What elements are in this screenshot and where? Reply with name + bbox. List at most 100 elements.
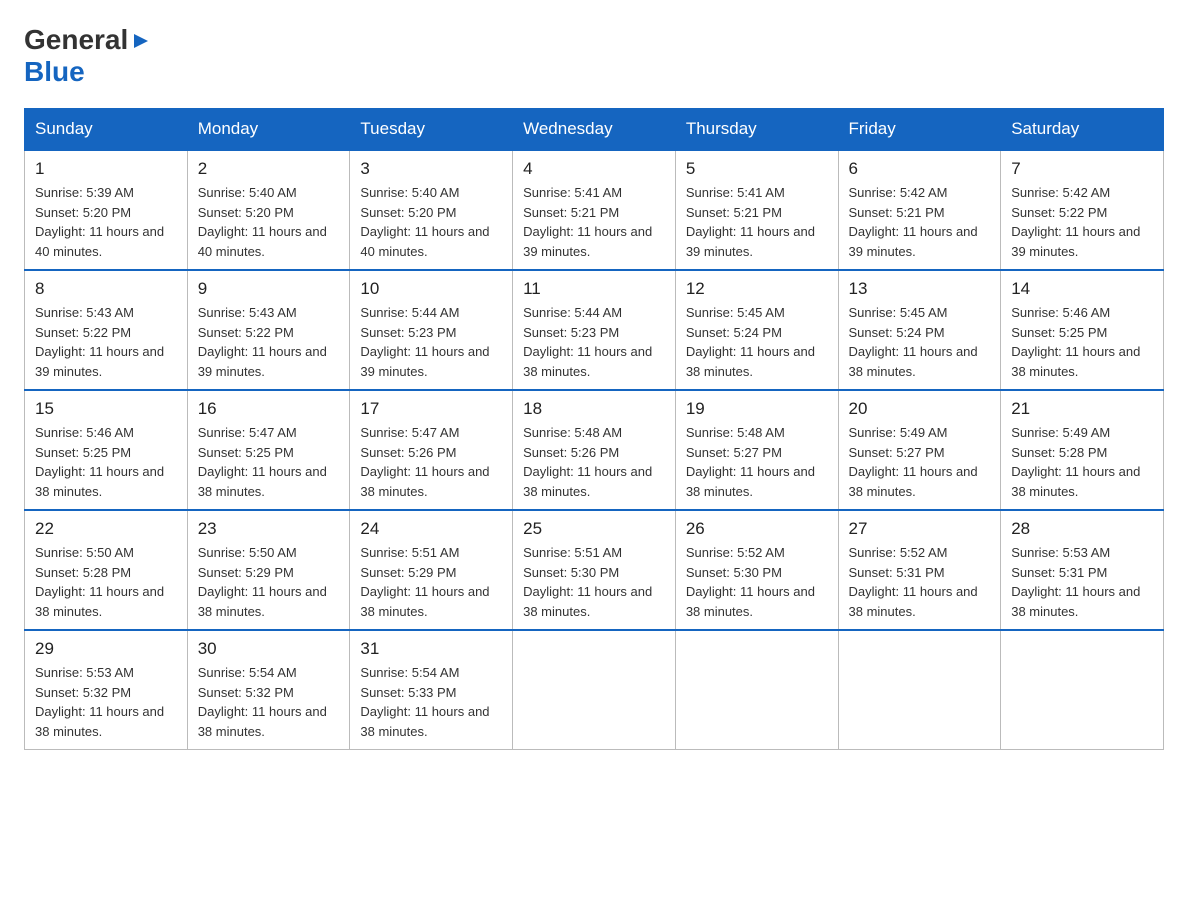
weekday-header-wednesday: Wednesday — [513, 109, 676, 151]
day-cell-6: 6Sunrise: 5:42 AMSunset: 5:21 PMDaylight… — [838, 150, 1001, 270]
empty-cell-4-4 — [675, 630, 838, 750]
day-cell-16: 16 Sunrise: 5:47 AMSunset: 5:25 PMDayligh… — [187, 390, 350, 510]
day-number: 9 — [198, 279, 340, 299]
day-cell-26: 26Sunrise: 5:52 AMSunset: 5:30 PMDayligh… — [675, 510, 838, 630]
day-cell-2: 2 Sunrise: 5:40 AMSunset: 5:20 PMDaylight… — [187, 150, 350, 270]
day-number: 27 — [849, 519, 991, 539]
day-number: 4 — [523, 159, 665, 179]
day-cell-4: 4 Sunrise: 5:41 AMSunset: 5:21 PMDaylight… — [513, 150, 676, 270]
day-cell-7: 7 Sunrise: 5:42 AMSunset: 5:22 PMDaylight… — [1001, 150, 1164, 270]
day-number: 10 — [360, 279, 502, 299]
day-cell-12: 12 Sunrise: 5:45 AMSunset: 5:24 PMDayligh… — [675, 270, 838, 390]
day-number: 15 — [35, 399, 177, 419]
day-info: Sunrise: 5:43 AMSunset: 5:22 PMDaylight:… — [35, 303, 177, 381]
page-header: General Blue — [24, 24, 1164, 88]
day-cell-22: 22 Sunrise: 5:50 AMSunset: 5:28 PMDayligh… — [25, 510, 188, 630]
day-info: Sunrise: 5:43 AMSunset: 5:22 PMDaylight:… — [198, 303, 340, 381]
calendar-table: SundayMondayTuesdayWednesdayThursdayFrid… — [24, 108, 1164, 750]
day-number: 26 — [686, 519, 828, 539]
day-info: Sunrise: 5:44 AMSunset: 5:23 PMDaylight:… — [523, 303, 665, 381]
day-info: Sunrise: 5:41 AMSunset: 5:21 PMDaylight:… — [686, 183, 828, 261]
day-number: 29 — [35, 639, 177, 659]
weekday-header-thursday: Thursday — [675, 109, 838, 151]
day-info: Sunrise: 5:45 AMSunset: 5:24 PMDaylight:… — [849, 303, 991, 381]
day-number: 22 — [35, 519, 177, 539]
weekday-header-row: SundayMondayTuesdayWednesdayThursdayFrid… — [25, 109, 1164, 151]
weekday-header-friday: Friday — [838, 109, 1001, 151]
day-info: Sunrise: 5:53 AMSunset: 5:32 PMDaylight:… — [35, 663, 177, 741]
weekday-header-saturday: Saturday — [1001, 109, 1164, 151]
day-cell-1: 1Sunrise: 5:39 AMSunset: 5:20 PMDaylight… — [25, 150, 188, 270]
empty-cell-4-6 — [1001, 630, 1164, 750]
day-info: Sunrise: 5:49 AMSunset: 5:28 PMDaylight:… — [1011, 423, 1153, 501]
day-info: Sunrise: 5:44 AMSunset: 5:23 PMDaylight:… — [360, 303, 502, 381]
day-info: Sunrise: 5:46 AMSunset: 5:25 PMDaylight:… — [35, 423, 177, 501]
day-info: Sunrise: 5:51 AMSunset: 5:29 PMDaylight:… — [360, 543, 502, 621]
day-info: Sunrise: 5:42 AMSunset: 5:22 PMDaylight:… — [1011, 183, 1153, 261]
day-number: 2 — [198, 159, 340, 179]
day-info: Sunrise: 5:40 AMSunset: 5:20 PMDaylight:… — [198, 183, 340, 261]
week-row-2: 8 Sunrise: 5:43 AMSunset: 5:22 PMDaylight… — [25, 270, 1164, 390]
day-cell-27: 27 Sunrise: 5:52 AMSunset: 5:31 PMDayligh… — [838, 510, 1001, 630]
day-cell-5: 5 Sunrise: 5:41 AMSunset: 5:21 PMDaylight… — [675, 150, 838, 270]
week-row-4: 22 Sunrise: 5:50 AMSunset: 5:28 PMDayligh… — [25, 510, 1164, 630]
day-cell-21: 21 Sunrise: 5:49 AMSunset: 5:28 PMDayligh… — [1001, 390, 1164, 510]
weekday-header-monday: Monday — [187, 109, 350, 151]
day-number: 24 — [360, 519, 502, 539]
day-info: Sunrise: 5:40 AMSunset: 5:20 PMDaylight:… — [360, 183, 502, 261]
empty-cell-4-3 — [513, 630, 676, 750]
day-number: 25 — [523, 519, 665, 539]
day-number: 28 — [1011, 519, 1153, 539]
day-number: 13 — [849, 279, 991, 299]
day-number: 16 — [198, 399, 340, 419]
day-number: 5 — [686, 159, 828, 179]
weekday-header-sunday: Sunday — [25, 109, 188, 151]
day-cell-24: 24 Sunrise: 5:51 AMSunset: 5:29 PMDayligh… — [350, 510, 513, 630]
day-cell-17: 17Sunrise: 5:47 AMSunset: 5:26 PMDayligh… — [350, 390, 513, 510]
day-number: 12 — [686, 279, 828, 299]
logo: General Blue — [24, 24, 152, 88]
day-cell-20: 20 Sunrise: 5:49 AMSunset: 5:27 PMDayligh… — [838, 390, 1001, 510]
day-cell-9: 9 Sunrise: 5:43 AMSunset: 5:22 PMDaylight… — [187, 270, 350, 390]
week-row-5: 29 Sunrise: 5:53 AMSunset: 5:32 PMDayligh… — [25, 630, 1164, 750]
day-info: Sunrise: 5:47 AMSunset: 5:25 PMDaylight:… — [198, 423, 340, 501]
day-number: 20 — [849, 399, 991, 419]
day-number: 18 — [523, 399, 665, 419]
day-info: Sunrise: 5:46 AMSunset: 5:25 PMDaylight:… — [1011, 303, 1153, 381]
day-cell-19: 19Sunrise: 5:48 AMSunset: 5:27 PMDayligh… — [675, 390, 838, 510]
day-cell-30: 30 Sunrise: 5:54 AMSunset: 5:32 PMDayligh… — [187, 630, 350, 750]
day-cell-29: 29 Sunrise: 5:53 AMSunset: 5:32 PMDayligh… — [25, 630, 188, 750]
day-info: Sunrise: 5:53 AMSunset: 5:31 PMDaylight:… — [1011, 543, 1153, 621]
day-cell-28: 28 Sunrise: 5:53 AMSunset: 5:31 PMDayligh… — [1001, 510, 1164, 630]
day-cell-18: 18Sunrise: 5:48 AMSunset: 5:26 PMDayligh… — [513, 390, 676, 510]
day-info: Sunrise: 5:50 AMSunset: 5:28 PMDaylight:… — [35, 543, 177, 621]
day-cell-11: 11Sunrise: 5:44 AMSunset: 5:23 PMDayligh… — [513, 270, 676, 390]
day-number: 31 — [360, 639, 502, 659]
logo-triangle-icon — [130, 30, 152, 52]
day-info: Sunrise: 5:54 AMSunset: 5:32 PMDaylight:… — [198, 663, 340, 741]
day-cell-8: 8 Sunrise: 5:43 AMSunset: 5:22 PMDaylight… — [25, 270, 188, 390]
day-number: 30 — [198, 639, 340, 659]
week-row-3: 15 Sunrise: 5:46 AMSunset: 5:25 PMDayligh… — [25, 390, 1164, 510]
day-cell-23: 23 Sunrise: 5:50 AMSunset: 5:29 PMDayligh… — [187, 510, 350, 630]
logo-blue-text: Blue — [24, 56, 152, 88]
day-number: 1 — [35, 159, 177, 179]
day-cell-31: 31Sunrise: 5:54 AMSunset: 5:33 PMDayligh… — [350, 630, 513, 750]
day-cell-15: 15 Sunrise: 5:46 AMSunset: 5:25 PMDayligh… — [25, 390, 188, 510]
empty-cell-4-5 — [838, 630, 1001, 750]
day-info: Sunrise: 5:41 AMSunset: 5:21 PMDaylight:… — [523, 183, 665, 261]
day-cell-14: 14Sunrise: 5:46 AMSunset: 5:25 PMDayligh… — [1001, 270, 1164, 390]
day-info: Sunrise: 5:45 AMSunset: 5:24 PMDaylight:… — [686, 303, 828, 381]
logo-general-text: General — [24, 24, 128, 56]
day-info: Sunrise: 5:48 AMSunset: 5:27 PMDaylight:… — [686, 423, 828, 501]
day-info: Sunrise: 5:50 AMSunset: 5:29 PMDaylight:… — [198, 543, 340, 621]
day-number: 23 — [198, 519, 340, 539]
day-number: 3 — [360, 159, 502, 179]
day-info: Sunrise: 5:52 AMSunset: 5:31 PMDaylight:… — [849, 543, 991, 621]
week-row-1: 1Sunrise: 5:39 AMSunset: 5:20 PMDaylight… — [25, 150, 1164, 270]
day-number: 7 — [1011, 159, 1153, 179]
day-info: Sunrise: 5:49 AMSunset: 5:27 PMDaylight:… — [849, 423, 991, 501]
day-info: Sunrise: 5:51 AMSunset: 5:30 PMDaylight:… — [523, 543, 665, 621]
day-number: 21 — [1011, 399, 1153, 419]
day-number: 8 — [35, 279, 177, 299]
